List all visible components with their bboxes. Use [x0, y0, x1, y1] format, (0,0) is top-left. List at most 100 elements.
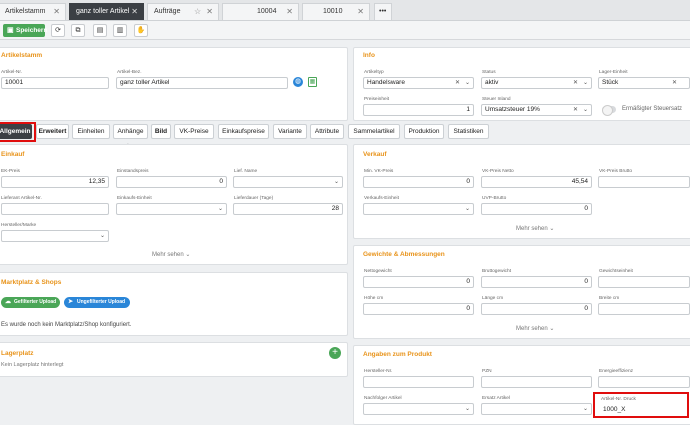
ek-preis-input[interactable]: 12,35: [1, 176, 109, 188]
button-label: Gefilterter Upload: [14, 299, 57, 305]
subtab-vk-preise[interactable]: VK-Preise: [174, 124, 214, 139]
status-label: Status: [482, 70, 496, 75]
nettogewicht-label: Nettogewicht: [364, 269, 392, 274]
tab-10004[interactable]: 10004 ✕: [222, 3, 299, 20]
hand-button[interactable]: ✋: [134, 24, 148, 37]
tab-ganz-toller-artikel[interactable]: ganz toller Artikel ✕: [69, 3, 144, 20]
bruttogewicht-label: Bruttogewicht: [482, 269, 512, 274]
nettogewicht-input[interactable]: 0: [363, 276, 474, 288]
vk-brutto-input[interactable]: [598, 176, 690, 188]
clear-icon[interactable]: ✕: [672, 78, 677, 88]
status-select[interactable]: aktiv ✕ ⌄: [481, 77, 592, 89]
artikeltyp-value: Handelsware: [367, 79, 405, 86]
breite-input[interactable]: [598, 303, 690, 315]
clear-icon[interactable]: ✕: [573, 105, 578, 115]
subtab-produktion[interactable]: Produktion: [404, 124, 444, 139]
subtab-statistiken[interactable]: Statistiken: [448, 124, 489, 139]
clear-icon[interactable]: ✕: [573, 78, 578, 88]
calendar-icon[interactable]: ▦: [308, 77, 317, 87]
artikeltyp-select[interactable]: Handelsware ✕ ⌄: [363, 77, 474, 89]
subtab-einkaufspreise[interactable]: Einkaufspreise: [218, 124, 269, 139]
refresh-icon: ⟳: [55, 27, 61, 34]
subtab-einheiten[interactable]: Einheiten: [72, 124, 110, 139]
min-vk-input[interactable]: 0: [363, 176, 474, 188]
artikelnr-label: Artikel-Nr.: [1, 70, 23, 75]
verkaufs-einheit-select[interactable]: ⌄: [363, 203, 474, 215]
mehr-sehen-link[interactable]: Mehr sehen ⌄: [152, 251, 190, 258]
artikeltyp-label: Artikeltyp: [364, 70, 384, 75]
bezeichnung-label: Artikel-Bez.: [117, 70, 142, 75]
verkaufs-einheit-label: Verkaufs-Einheit: [364, 196, 399, 201]
send-icon: ➤: [68, 299, 74, 305]
uvp-label: UVP-Brutto: [482, 196, 507, 201]
chevron-down-icon: ⌄: [217, 206, 223, 212]
gewichtseinheit-select[interactable]: [598, 276, 690, 288]
gewichte-panel: Gewichte & Abmessungen Nettogewicht 0 Br…: [353, 245, 690, 339]
copy-button[interactable]: ⧉: [71, 24, 85, 37]
pdf-button[interactable]: ▤: [93, 24, 107, 37]
vk-netto-input[interactable]: 45,54: [481, 176, 592, 188]
lief-name-select[interactable]: ⌄: [233, 176, 343, 188]
globe-icon[interactable]: ◍: [293, 77, 303, 87]
steuer-select[interactable]: Umsatzsteuer 19% ✕ ⌄: [481, 104, 592, 116]
star-icon[interactable]: ☆: [194, 4, 201, 20]
nachfolger-select[interactable]: ⌄: [363, 403, 474, 415]
lager-einheit-select[interactable]: Stück ✕: [598, 77, 690, 89]
save-button[interactable]: ▣ Speichern: [3, 24, 48, 37]
lagerplatz-note: Kein Lagerplatz hinterlegt: [1, 362, 64, 368]
subtab-attribute[interactable]: Attribute: [310, 124, 344, 139]
subtab-erweitert[interactable]: Erweitert: [36, 124, 69, 139]
uvp-input[interactable]: 0: [481, 203, 592, 215]
tab-artikelstamm[interactable]: Artikelstamm ✕: [0, 3, 66, 20]
mehr-sehen-link[interactable]: Mehr sehen ⌄: [516, 325, 554, 332]
lieferant-artikelnr-label: Lieferant Artikel-Nr.: [1, 196, 42, 201]
hersteller-select[interactable]: ⌄: [1, 230, 109, 242]
hersteller-nr-input[interactable]: [363, 376, 474, 388]
ungefilterter-upload-button[interactable]: ➤ Ungefilterter Upload: [64, 297, 130, 308]
panel-title: Lagerplatz: [1, 350, 34, 357]
pzn-input[interactable]: [481, 376, 592, 388]
subtab-variante[interactable]: Variante: [273, 124, 307, 139]
save-label: Speichern: [16, 27, 48, 34]
preiseinheit-input[interactable]: 1: [363, 104, 474, 116]
lief-name-label: Lief. Name: [234, 169, 258, 174]
subtab-bild[interactable]: Bild: [151, 124, 171, 139]
tab-auftraege[interactable]: Aufträge ☆ ✕: [147, 3, 219, 20]
close-icon[interactable]: ✕: [53, 4, 60, 20]
energieeffizienz-input[interactable]: [598, 376, 690, 388]
clear-icon[interactable]: ✕: [455, 78, 460, 88]
bezeichnung-input[interactable]: ganz toller Artikel: [116, 77, 288, 89]
einstandspreis-input[interactable]: 0: [116, 176, 227, 188]
gefilterter-upload-button[interactable]: ☁ Gefilterter Upload: [1, 297, 60, 308]
ermaessigt-toggle[interactable]: [602, 105, 616, 116]
subtab-sammelartikel[interactable]: Sammelartikel: [348, 124, 400, 139]
lieferant-artikelnr-input[interactable]: [1, 203, 109, 215]
tab-10010[interactable]: 10010 ✕: [302, 3, 370, 20]
mehr-sehen-link[interactable]: Mehr sehen ⌄: [516, 225, 554, 232]
chevron-down-icon: ⌄: [582, 80, 588, 86]
bruttogewicht-input[interactable]: 0: [481, 276, 592, 288]
panel-title: Einkauf: [1, 151, 25, 158]
add-lagerplatz-button[interactable]: +: [329, 347, 341, 359]
steuer-value: Umsatzsteuer 19%: [485, 106, 540, 113]
laenge-input[interactable]: 0: [481, 303, 592, 315]
lieferdauer-input[interactable]: 28: [233, 203, 343, 215]
marktplatz-panel: Marktplatz & Shops ☁ Gefilterter Upload …: [0, 272, 348, 336]
einkaufs-einheit-select[interactable]: ⌄: [116, 203, 227, 215]
subtab-anhaenge[interactable]: Anhänge: [113, 124, 148, 139]
close-icon[interactable]: ✕: [357, 4, 364, 20]
tab-more-button[interactable]: •••: [374, 3, 392, 20]
min-vk-label: Min. VK-Preis: [364, 169, 394, 174]
hoehe-input[interactable]: 0: [363, 303, 474, 315]
document-button[interactable]: ▥: [113, 24, 127, 37]
pzn-label: PZN: [482, 369, 492, 374]
close-icon[interactable]: ✕: [286, 4, 293, 20]
chevron-down-icon: ⌄: [549, 226, 555, 232]
refresh-button[interactable]: ⟳: [51, 24, 65, 37]
close-icon[interactable]: ✕: [131, 4, 138, 20]
breite-label: Breite cm: [599, 296, 620, 301]
ersatz-select[interactable]: ⌄: [481, 403, 592, 415]
artikelnr-input[interactable]: 10001: [1, 77, 109, 89]
energieeffizienz-label: Energieeffizienz: [599, 369, 634, 374]
close-icon[interactable]: ✕: [206, 4, 213, 20]
